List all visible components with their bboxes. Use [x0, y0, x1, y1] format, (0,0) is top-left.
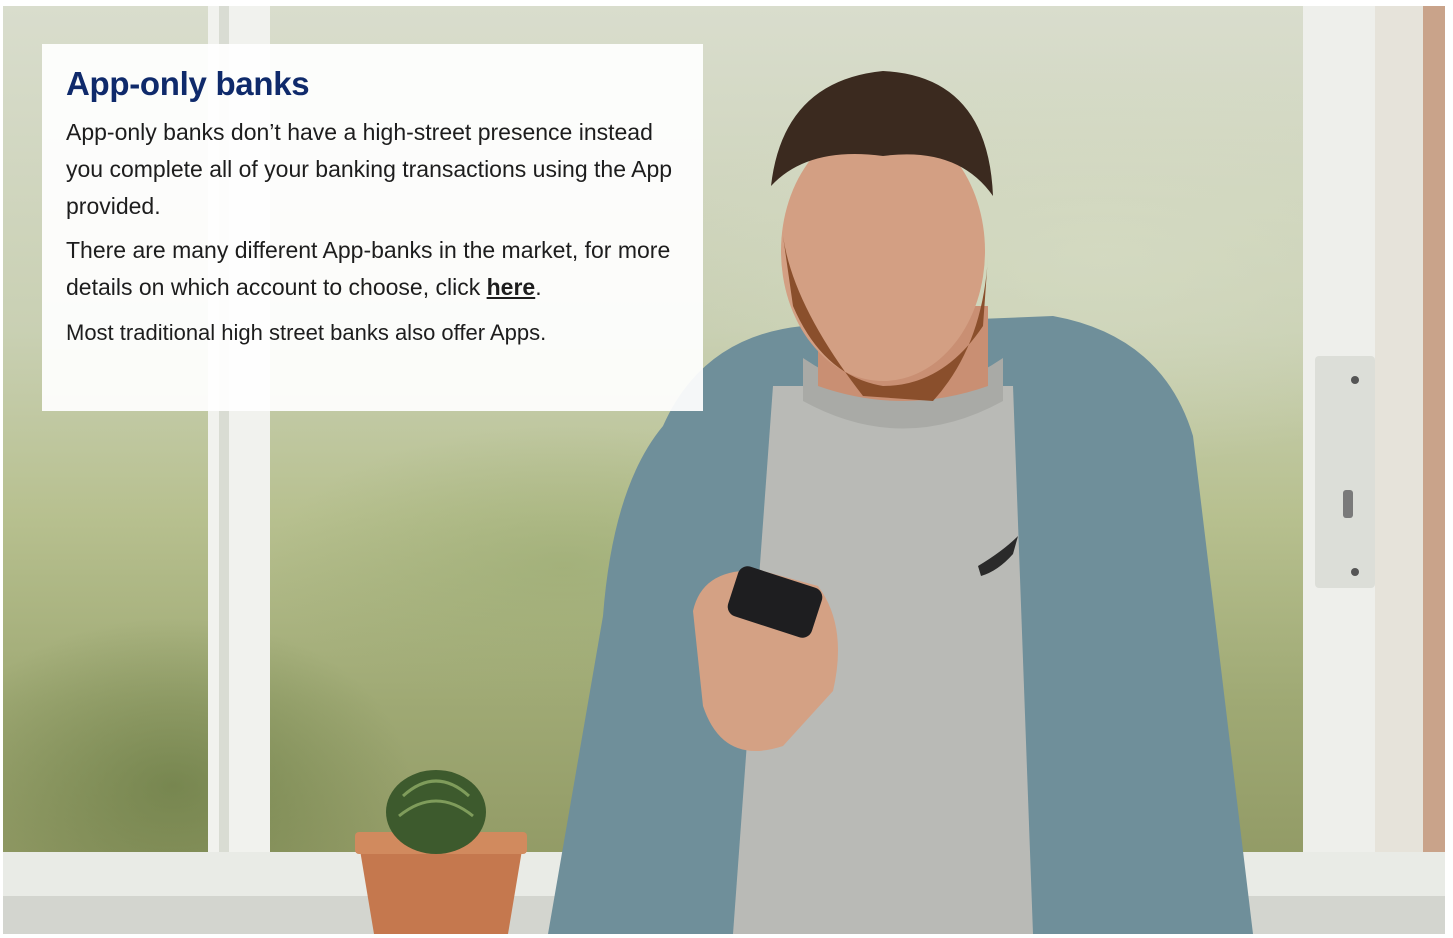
hinge-screw: [1351, 568, 1359, 576]
cactus-plant: [355, 770, 527, 934]
page: App-only banks App-only banks don’t have…: [0, 0, 1453, 938]
here-link[interactable]: here: [487, 274, 536, 300]
brick-wall: [1423, 6, 1445, 934]
panel-heading: App-only banks: [66, 65, 310, 102]
paragraph-text-after-link: .: [535, 274, 542, 300]
hinge-screw: [1351, 376, 1359, 384]
paragraph-app-only-description: App-only banks don’t have a high-street …: [66, 119, 673, 219]
paragraph-app-banks-details: There are many different App-banks in th…: [66, 232, 685, 306]
window-lock: [1343, 490, 1353, 518]
paragraph-traditional-banks: Most traditional high street banks also …: [66, 320, 547, 345]
paragraph-text-before-link: There are many different App-banks in th…: [66, 237, 671, 300]
window-hinge: [1315, 356, 1375, 588]
info-text-panel: App-only banks App-only banks don’t have…: [42, 44, 703, 411]
